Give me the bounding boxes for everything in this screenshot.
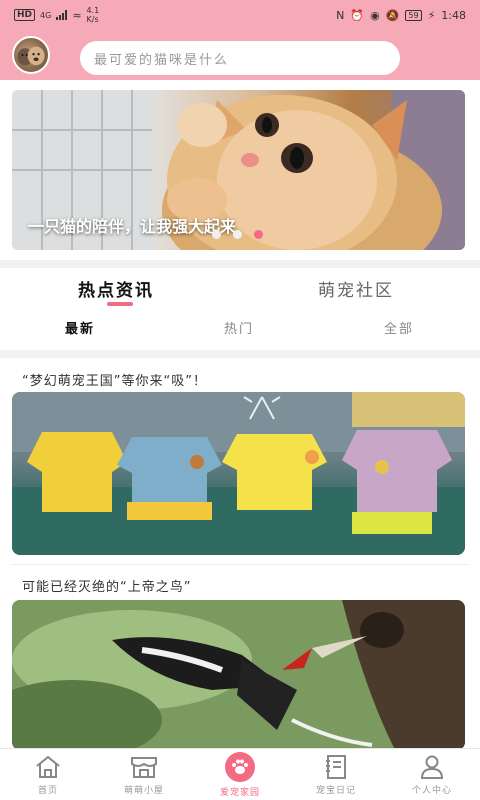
pet-clothes-display-photo — [12, 392, 465, 555]
carousel-dot-active[interactable] — [254, 230, 263, 239]
avatar[interactable] — [12, 36, 50, 74]
nav-store[interactable]: 萌萌小屋 — [96, 749, 192, 800]
nav-home[interactable]: 首页 — [0, 749, 96, 800]
home-icon — [33, 754, 63, 780]
bottom-navigation: 首页 萌萌小屋 爱宠家园 宠宝日记 个人中心 — [0, 748, 480, 800]
nav-label: 宠宝日记 — [315, 785, 356, 796]
subtab-latest[interactable]: 最新 — [65, 318, 95, 337]
nav-profile[interactable]: 个人中心 — [384, 749, 480, 800]
nfc-icon: N — [336, 8, 345, 22]
woodpecker-image[interactable] — [12, 600, 465, 748]
carousel-dot[interactable] — [212, 230, 221, 239]
status-bar: HD 4G ≈ 4.1 K/s N ⏰ ◉ 🔕 59 ⚡ 1:48 — [0, 0, 480, 30]
nav-diary[interactable]: 宠宝日记 — [288, 749, 384, 800]
status-right: N ⏰ ◉ 🔕 59 ⚡ 1:48 — [336, 9, 466, 22]
banner-carousel[interactable]: 一只猫的陪伴，让我强大起来 — [12, 90, 465, 250]
speed-unit: K/s — [86, 15, 99, 24]
tab-hot-news[interactable]: 热点资讯 — [78, 276, 154, 301]
nav-label: 萌萌小屋 — [123, 785, 164, 796]
paw-icon — [225, 751, 255, 782]
subtab-popular[interactable]: 热门 — [224, 318, 254, 337]
network-speed: 4.1 K/s — [87, 6, 100, 24]
subtab-all[interactable]: 全部 — [384, 318, 414, 337]
status-left: HD 4G ≈ 4.1 K/s — [14, 6, 99, 24]
nav-pet-home[interactable]: 爱宠家园 — [192, 749, 288, 800]
speed-value: 4.1 — [86, 6, 100, 15]
signal-label: 4G — [40, 10, 52, 20]
headphones-icon: ◉ — [370, 8, 380, 22]
active-tab-indicator — [107, 302, 133, 306]
notebook-icon — [321, 754, 351, 780]
nav-label: 个人中心 — [411, 785, 452, 796]
app-header: 最可爱的猫咪是什么 — [0, 30, 480, 80]
nav-label: 爱宠家园 — [219, 787, 260, 798]
search-bar[interactable]: 最可爱的猫咪是什么 — [80, 41, 400, 75]
store-icon — [129, 754, 159, 780]
charging-icon: ⚡ — [427, 8, 436, 22]
pet-clothes-image[interactable] — [12, 392, 465, 555]
network-type: HD — [14, 9, 36, 21]
carousel-indicators — [212, 230, 263, 239]
signal-icon — [56, 10, 68, 20]
article-title[interactable]: “梦幻萌宠王国”等你来“吸”！ — [22, 370, 207, 389]
alarm-icon: ⏰ — [350, 8, 365, 22]
woodpecker-photo — [12, 600, 465, 748]
search-placeholder[interactable]: 最可爱的猫咪是什么 — [94, 49, 229, 68]
banner-caption: 一只猫的陪伴，让我强大起来 — [28, 217, 237, 236]
tab-pet-community[interactable]: 萌宠社区 — [318, 276, 394, 301]
banner-section: 一只猫的陪伴，让我强大起来 — [0, 80, 480, 260]
wifi-icon: ≈ — [72, 8, 82, 22]
avatar-pets-icon — [17, 46, 45, 66]
clock: 1:48 — [441, 8, 466, 22]
user-icon — [417, 754, 447, 780]
article-feed: “梦幻萌宠王国”等你来“吸”！ 可能已经灭绝的“上帝之鸟” — [0, 358, 480, 748]
content-tabs: 热点资讯 萌宠社区 最新 热门 全部 — [0, 268, 480, 350]
battery-icon: 59 — [405, 9, 422, 21]
divider — [12, 564, 468, 565]
mute-icon: 🔕 — [385, 8, 400, 22]
carousel-dot[interactable] — [233, 230, 242, 239]
article-title[interactable]: 可能已经灭绝的“上帝之鸟” — [22, 576, 191, 595]
nav-label: 首页 — [37, 785, 58, 796]
